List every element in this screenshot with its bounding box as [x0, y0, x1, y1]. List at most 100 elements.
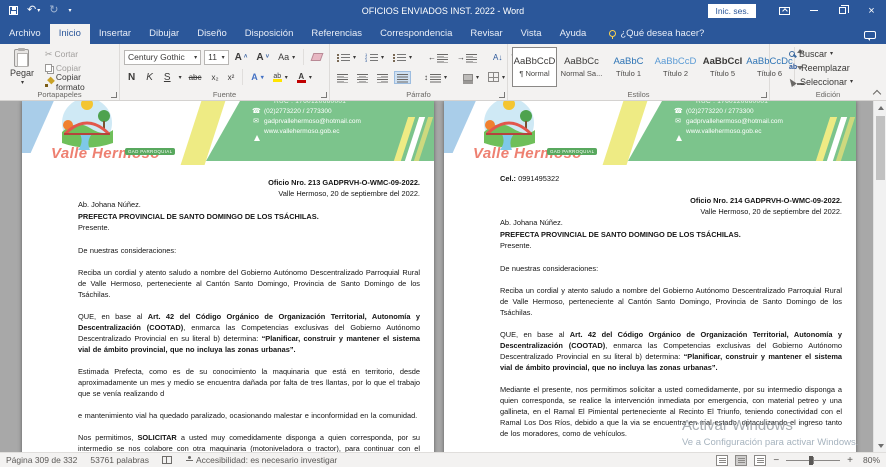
cut-button[interactable]: ✂Cortar	[42, 47, 115, 61]
style-normal-sa[interactable]: AaBbCc Normal Sa...	[559, 47, 604, 87]
line-spacing-button[interactable]: ↕▾	[421, 71, 450, 84]
recipient-present[interactable]: Presente.	[500, 240, 842, 252]
highlight-color-button[interactable]: ab▾	[270, 71, 291, 84]
tab-insertar[interactable]: Insertar	[90, 24, 140, 44]
tab-referencias[interactable]: Referencias	[302, 24, 371, 44]
subscript-button[interactable]: x₂	[209, 71, 222, 84]
recipient-name[interactable]: Ab. Johana Núñez.	[500, 217, 842, 229]
page-indicator[interactable]: Página 309 de 332	[6, 455, 77, 465]
vertical-scrollbar[interactable]	[873, 101, 886, 452]
minimize-button[interactable]	[799, 0, 828, 21]
accessibility-status[interactable]: Accesibilidad: es necesario investigar	[185, 455, 337, 465]
tell-me-box[interactable]: ¿Qué desea hacer?	[609, 28, 704, 44]
decrease-indent-button[interactable]: ←	[425, 51, 451, 64]
tab-disposicion[interactable]: Disposición	[236, 24, 303, 44]
select-button[interactable]: Seleccionar▾	[786, 75, 882, 88]
underline-button[interactable]: S	[160, 71, 175, 84]
oficio-date[interactable]: Valle Hermoso, 20 de septiembre del 2022…	[78, 188, 420, 199]
scroll-down-button[interactable]	[874, 439, 886, 452]
recipient-title[interactable]: PREFECTA PROVINCIAL DE SANTO DOMINGO DE …	[500, 229, 842, 241]
document-page-2[interactable]: Valle Hermoso GAD PARROQUIAL RUC : 17601…	[444, 101, 856, 452]
font-color-button[interactable]: A▾	[294, 70, 315, 85]
restore-button[interactable]	[828, 0, 857, 21]
paragraph-greeting[interactable]: Reciba un cordial y atento saludo a nomb…	[500, 285, 842, 318]
oficio-number[interactable]: Oficio Nro. 214 GADPRVH-O-WMC-09-2022.	[500, 195, 842, 206]
find-button[interactable]: Buscar▾	[786, 47, 882, 60]
tab-correspondencia[interactable]: Correspondencia	[371, 24, 461, 44]
paste-button[interactable]: Pegar ▾	[4, 47, 40, 89]
font-dialog-launcher-icon[interactable]	[321, 92, 327, 98]
oficio-date[interactable]: Valle Hermoso, 20 de septiembre del 2022…	[500, 206, 842, 217]
justify-button[interactable]	[394, 71, 411, 84]
tab-diseno[interactable]: Diseño	[188, 24, 236, 44]
cel-line[interactable]: Cel.: 0991495322	[500, 174, 842, 183]
proofing-status[interactable]	[162, 456, 172, 464]
align-right-button[interactable]	[374, 71, 391, 84]
word-count[interactable]: 53761 palabras	[90, 455, 149, 465]
shrink-font-button[interactable]: A˅	[253, 51, 272, 64]
paragraph-que[interactable]: QUE, en base al Art. 42 del Código Orgán…	[500, 329, 842, 373]
close-button[interactable]: ×	[857, 0, 886, 21]
comments-icon[interactable]	[864, 31, 876, 39]
clipboard-dialog-launcher-icon[interactable]	[111, 92, 117, 98]
paragraph-greeting[interactable]: Reciba un cordial y atento saludo a nomb…	[78, 267, 420, 300]
style-normal[interactable]: AaBbCcD ¶ Normal	[512, 47, 557, 87]
tab-vista[interactable]: Vista	[512, 24, 551, 44]
font-size-select[interactable]: 11▾	[204, 50, 228, 65]
grow-font-button[interactable]: A˄	[232, 51, 251, 64]
borders-button[interactable]: ▾	[485, 70, 508, 84]
oficio-number[interactable]: Oficio Nro. 213 GADPRVH-O-WMC-09-2022.	[78, 177, 420, 188]
italic-button[interactable]: K	[142, 71, 157, 84]
recipient-present[interactable]: Presente.	[78, 222, 420, 234]
paragraph-5[interactable]: Nos permitimos, SOLICITAR a usted muy co…	[78, 432, 420, 453]
align-center-button[interactable]	[354, 71, 371, 84]
styles-dialog-launcher-icon[interactable]	[761, 92, 767, 98]
style-titulo-1[interactable]: AaBbC Título 1	[606, 47, 651, 87]
paragraph-4[interactable]: e mantenimiento vial ha quedado paraliza…	[78, 410, 420, 421]
zoom-out-button[interactable]: −	[773, 455, 779, 466]
tab-dibujar[interactable]: Dibujar	[140, 24, 188, 44]
sort-button[interactable]: A↓	[490, 51, 505, 64]
multilevel-list-button[interactable]: ▾	[390, 51, 415, 64]
salutation[interactable]: De nuestras consideraciones:	[500, 263, 842, 274]
scroll-up-button[interactable]	[874, 101, 886, 114]
customize-qat-icon[interactable]: ▾	[67, 7, 71, 14]
read-mode-button[interactable]	[716, 455, 728, 466]
shading-button[interactable]: ▾	[460, 72, 482, 83]
style-titulo-2[interactable]: AaBbCcD Título 2	[653, 47, 698, 87]
chevron-down-icon[interactable]: ▾	[179, 74, 182, 81]
document-page-1[interactable]: Valle Hermoso GAD PARROQUIAL RUC : 17601…	[22, 101, 434, 452]
zoom-in-button[interactable]: +	[847, 455, 853, 466]
clear-formatting-button[interactable]	[309, 51, 325, 63]
zoom-slider-thumb[interactable]	[809, 456, 813, 465]
ribbon-display-options-icon[interactable]	[770, 0, 799, 21]
zoom-level[interactable]: 80%	[860, 455, 880, 465]
bold-button[interactable]: N	[124, 71, 139, 84]
paragraph-que[interactable]: QUE, en base al Art. 42 del Código Orgán…	[78, 311, 420, 355]
style-titulo-5[interactable]: AaBbCcI Título 5	[700, 47, 745, 87]
web-layout-button[interactable]	[754, 455, 766, 466]
text-effects-button[interactable]: A▾	[248, 70, 267, 84]
tab-ayuda[interactable]: Ayuda	[551, 24, 596, 44]
recipient-name[interactable]: Ab. Johana Núñez.	[78, 199, 420, 211]
strikethrough-button[interactable]: abc	[185, 72, 206, 83]
zoom-slider[interactable]	[786, 460, 840, 461]
numbering-button[interactable]: ▾	[362, 51, 387, 64]
sign-in-button[interactable]: Inic. ses.	[708, 4, 756, 18]
tab-revisar[interactable]: Revisar	[461, 24, 511, 44]
superscript-button[interactable]: x²	[225, 71, 238, 84]
salutation[interactable]: De nuestras consideraciones:	[78, 245, 420, 256]
format-painter-button[interactable]: Copiar formato	[42, 75, 115, 89]
tab-archivo[interactable]: Archivo	[0, 24, 50, 44]
redo-icon[interactable]: ↻	[49, 6, 58, 15]
scrollbar-thumb[interactable]	[876, 116, 885, 180]
save-icon[interactable]	[9, 6, 18, 15]
recipient-title[interactable]: PREFECTA PROVINCIAL DE SANTO DOMINGO DE …	[78, 211, 420, 223]
increase-indent-button[interactable]: →	[454, 51, 480, 64]
align-left-button[interactable]	[334, 71, 351, 84]
tab-inicio[interactable]: Inicio	[50, 24, 90, 44]
undo-icon[interactable]: ↶▾	[27, 6, 40, 15]
bullets-button[interactable]: ▾	[334, 51, 359, 64]
replace-button[interactable]: abReemplazar	[786, 61, 882, 74]
paragraph-3[interactable]: Estimada Prefecta, como es de su conocim…	[78, 366, 420, 399]
